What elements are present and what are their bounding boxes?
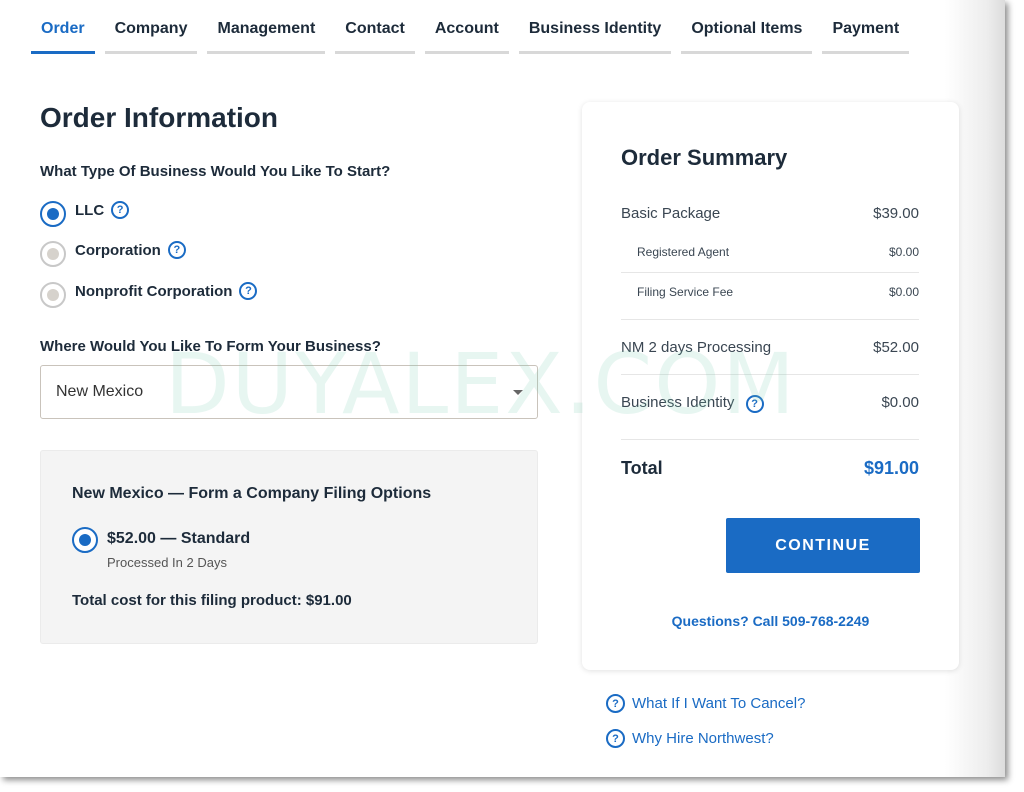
tab-management[interactable]: Management <box>207 14 326 54</box>
page-title: Order Information <box>40 102 279 133</box>
summary-row-label: NM 2 days Processing <box>621 339 772 356</box>
radio-label: Nonprofit Corporation <box>75 282 233 300</box>
summary-total-row: Total $91.00 <box>621 458 919 479</box>
tab-payment[interactable]: Payment <box>822 14 910 54</box>
business-type-question: What Type Of Business Would You Like To … <box>40 163 391 180</box>
radio-label: Corporation <box>75 241 161 259</box>
app-frame: Order Company Management Contact Account… <box>0 0 1005 777</box>
filing-options-title: New Mexico — Form a Company Filing Optio… <box>72 485 432 502</box>
tab-company[interactable]: Company <box>104 14 198 54</box>
order-summary-card: Order Summary Basic Package $39.00 Regis… <box>582 102 959 670</box>
summary-row-business-identity: Business Identity ? $0.00 <box>621 394 919 413</box>
radio-button[interactable] <box>40 282 66 308</box>
faq-link-label[interactable]: Why Hire Northwest? <box>632 730 774 747</box>
radio-corporation[interactable]: Corporation ? <box>40 241 186 267</box>
divider <box>621 272 919 273</box>
filing-option-radio[interactable] <box>72 527 98 553</box>
help-icon[interactable]: ? <box>167 241 186 259</box>
question-icon: ? <box>606 729 625 748</box>
chevron-down-icon <box>513 390 523 395</box>
phone-link[interactable]: Questions? Call 509-768-2249 <box>582 613 959 629</box>
faq-link-why-hire[interactable]: ? Why Hire Northwest? <box>606 729 774 748</box>
help-icon[interactable]: ? <box>745 395 764 413</box>
summary-row-value: $0.00 <box>881 394 919 411</box>
tab-business-identity[interactable]: Business Identity <box>518 14 672 54</box>
filing-option-label[interactable]: $52.00 — Standard <box>107 530 250 548</box>
faq-link-cancel[interactable]: ? What If I Want To Cancel? <box>606 694 805 713</box>
tab-contact[interactable]: Contact <box>335 14 415 54</box>
order-step-tabs: Order Company Management Contact Account… <box>31 14 919 54</box>
divider <box>621 319 919 320</box>
help-icon[interactable]: ? <box>239 282 258 300</box>
summary-row-label-wrap: Business Identity ? <box>621 394 764 413</box>
radio-llc[interactable]: LLC ? <box>40 201 130 227</box>
summary-row-value: $0.00 <box>888 245 919 259</box>
tab-account[interactable]: Account <box>424 14 509 54</box>
radio-button[interactable] <box>40 201 66 227</box>
radio-nonprofit[interactable]: Nonprofit Corporation ? <box>40 282 258 308</box>
summary-row-label: Business Identity <box>621 394 735 411</box>
radio-button[interactable] <box>40 241 66 267</box>
tab-order[interactable]: Order <box>31 14 95 54</box>
question-icon: ? <box>606 694 625 713</box>
tab-optional-items[interactable]: Optional Items <box>681 14 813 54</box>
state-select[interactable]: New Mexico <box>40 365 538 419</box>
summary-row-processing: NM 2 days Processing $52.00 <box>621 339 919 356</box>
help-icon[interactable]: ? <box>111 201 130 219</box>
summary-total-value: $91.00 <box>863 458 919 478</box>
summary-total-label: Total <box>621 458 663 478</box>
divider <box>621 439 919 440</box>
order-summary-title: Order Summary <box>621 145 788 170</box>
summary-row-label: Registered Agent <box>637 245 730 259</box>
summary-row-label: Filing Service Fee <box>637 285 734 299</box>
radio-label: LLC <box>75 201 105 219</box>
divider <box>621 374 919 375</box>
summary-row-basic-package: Basic Package $39.00 <box>621 205 919 222</box>
summary-row-value: $0.00 <box>888 285 919 299</box>
continue-button[interactable]: CONTINUE <box>726 518 920 573</box>
filing-options-box: New Mexico — Form a Company Filing Optio… <box>40 450 538 644</box>
filing-total-cost: Total cost for this filing product: $91.… <box>72 592 352 609</box>
summary-row-registered-agent: Registered Agent $0.00 <box>621 245 919 259</box>
summary-row-value: $52.00 <box>873 339 919 356</box>
state-question: Where Would You Like To Form Your Busine… <box>40 338 381 355</box>
summary-row-filing-service-fee: Filing Service Fee $0.00 <box>621 285 919 299</box>
summary-row-value: $39.00 <box>873 205 919 222</box>
state-select-value: New Mexico <box>56 383 144 400</box>
summary-row-label: Basic Package <box>621 205 721 222</box>
faq-link-label[interactable]: What If I Want To Cancel? <box>632 695 805 712</box>
filing-option-subtext: Processed In 2 Days <box>107 555 227 570</box>
